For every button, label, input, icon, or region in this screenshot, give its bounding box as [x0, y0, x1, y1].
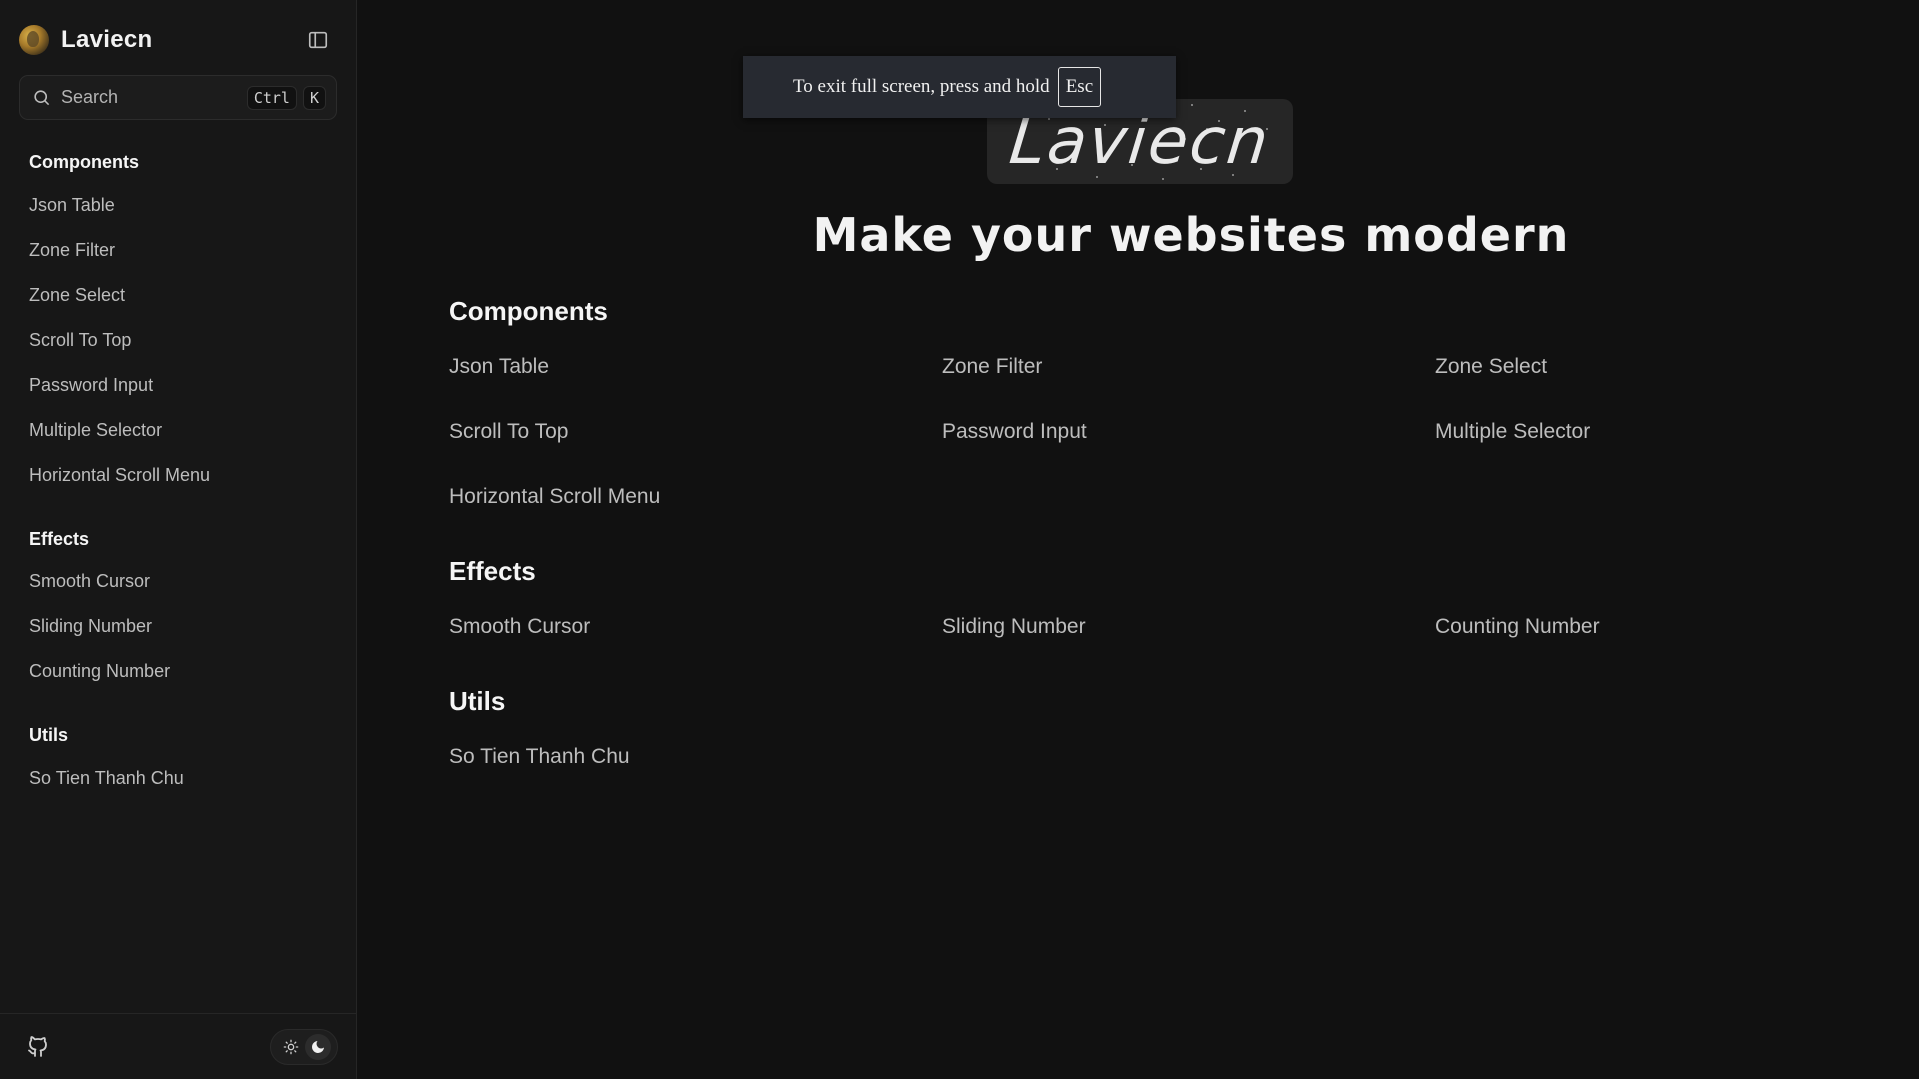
shortcut-k: K [302, 85, 326, 110]
sidebar-item-json-table[interactable]: Json Table [29, 183, 329, 228]
esc-key-badge: Esc [1057, 67, 1102, 107]
card-json-table[interactable]: Json Table [449, 355, 549, 379]
sidebar: Laviecn Search Ctrl K Components Json Ta… [0, 0, 357, 1079]
card-smooth-cursor[interactable]: Smooth Cursor [449, 615, 590, 639]
brand-name[interactable]: Laviecn [61, 26, 152, 54]
brand-logo-icon[interactable] [19, 25, 49, 55]
theme-toggle[interactable] [270, 1029, 338, 1065]
sidebar-item-counting-number[interactable]: Counting Number [29, 649, 329, 694]
app-window: Laviecn Search Ctrl K Components Json Ta… [0, 0, 1919, 1079]
search-icon [34, 90, 50, 106]
search-placeholder: Search [61, 87, 119, 107]
sidebar-item-sliding-number[interactable]: Sliding Number [29, 604, 329, 649]
toast-message: To exit full screen, press and hold [793, 76, 1050, 97]
sidebar-item-scroll-to-top[interactable]: Scroll To Top [29, 318, 329, 363]
card-horizontal-scroll-menu[interactable]: Horizontal Scroll Menu [449, 485, 660, 509]
nav-group-title: Utils [29, 725, 69, 745]
card-password-input[interactable]: Password Input [942, 420, 1087, 444]
fullscreen-exit-toast: To exit full screen, press and hold Esc [743, 56, 1176, 118]
sidebar-item-horizontal-scroll-menu[interactable]: Horizontal Scroll Menu [29, 453, 329, 498]
main-content: Laviecn Make your websites modern Compon… [357, 0, 1919, 1079]
sun-icon[interactable] [278, 1034, 304, 1060]
nav-group-effects: Effects Smooth Cursor Sliding Number Cou… [29, 527, 329, 694]
nav-group-utils: Utils So Tien Thanh Chu [29, 723, 329, 801]
sidebar-header: Laviecn [19, 23, 337, 57]
section-title-utils: Utils [449, 686, 506, 716]
card-scroll-to-top[interactable]: Scroll To Top [449, 420, 568, 444]
moon-icon[interactable] [304, 1034, 331, 1060]
sidebar-item-multiple-selector[interactable]: Multiple Selector [29, 408, 329, 453]
sidebar-item-smooth-cursor[interactable]: Smooth Cursor [29, 559, 329, 604]
github-icon[interactable] [26, 1034, 50, 1058]
nav-group-components: Components Json Table Zone Filter Zone S… [29, 150, 329, 498]
sidebar-item-so-tien-thanh-chu[interactable]: So Tien Thanh Chu [29, 756, 329, 801]
section-title-effects: Effects [449, 556, 536, 586]
nav-group-title: Effects [29, 529, 90, 549]
sidebar-nav: Components Json Table Zone Filter Zone S… [29, 150, 329, 801]
search-input[interactable]: Search Ctrl K [19, 75, 337, 120]
sidebar-item-zone-select[interactable]: Zone Select [29, 273, 329, 318]
section-title-components: Components [449, 296, 608, 326]
sidebar-toggle-icon[interactable] [307, 29, 329, 51]
nav-group-title: Components [29, 152, 139, 172]
card-zone-select[interactable]: Zone Select [1435, 355, 1547, 379]
card-zone-filter[interactable]: Zone Filter [942, 355, 1042, 379]
shortcut-ctrl: Ctrl [246, 85, 297, 110]
card-sliding-number[interactable]: Sliding Number [942, 615, 1086, 639]
sidebar-item-password-input[interactable]: Password Input [29, 363, 329, 408]
sidebar-item-zone-filter[interactable]: Zone Filter [29, 228, 329, 273]
card-counting-number[interactable]: Counting Number [1435, 615, 1600, 639]
page-title: Make your websites modern [812, 208, 1570, 262]
sidebar-footer [0, 1013, 356, 1079]
card-so-tien-thanh-chu[interactable]: So Tien Thanh Chu [449, 745, 630, 769]
card-multiple-selector[interactable]: Multiple Selector [1435, 420, 1590, 444]
